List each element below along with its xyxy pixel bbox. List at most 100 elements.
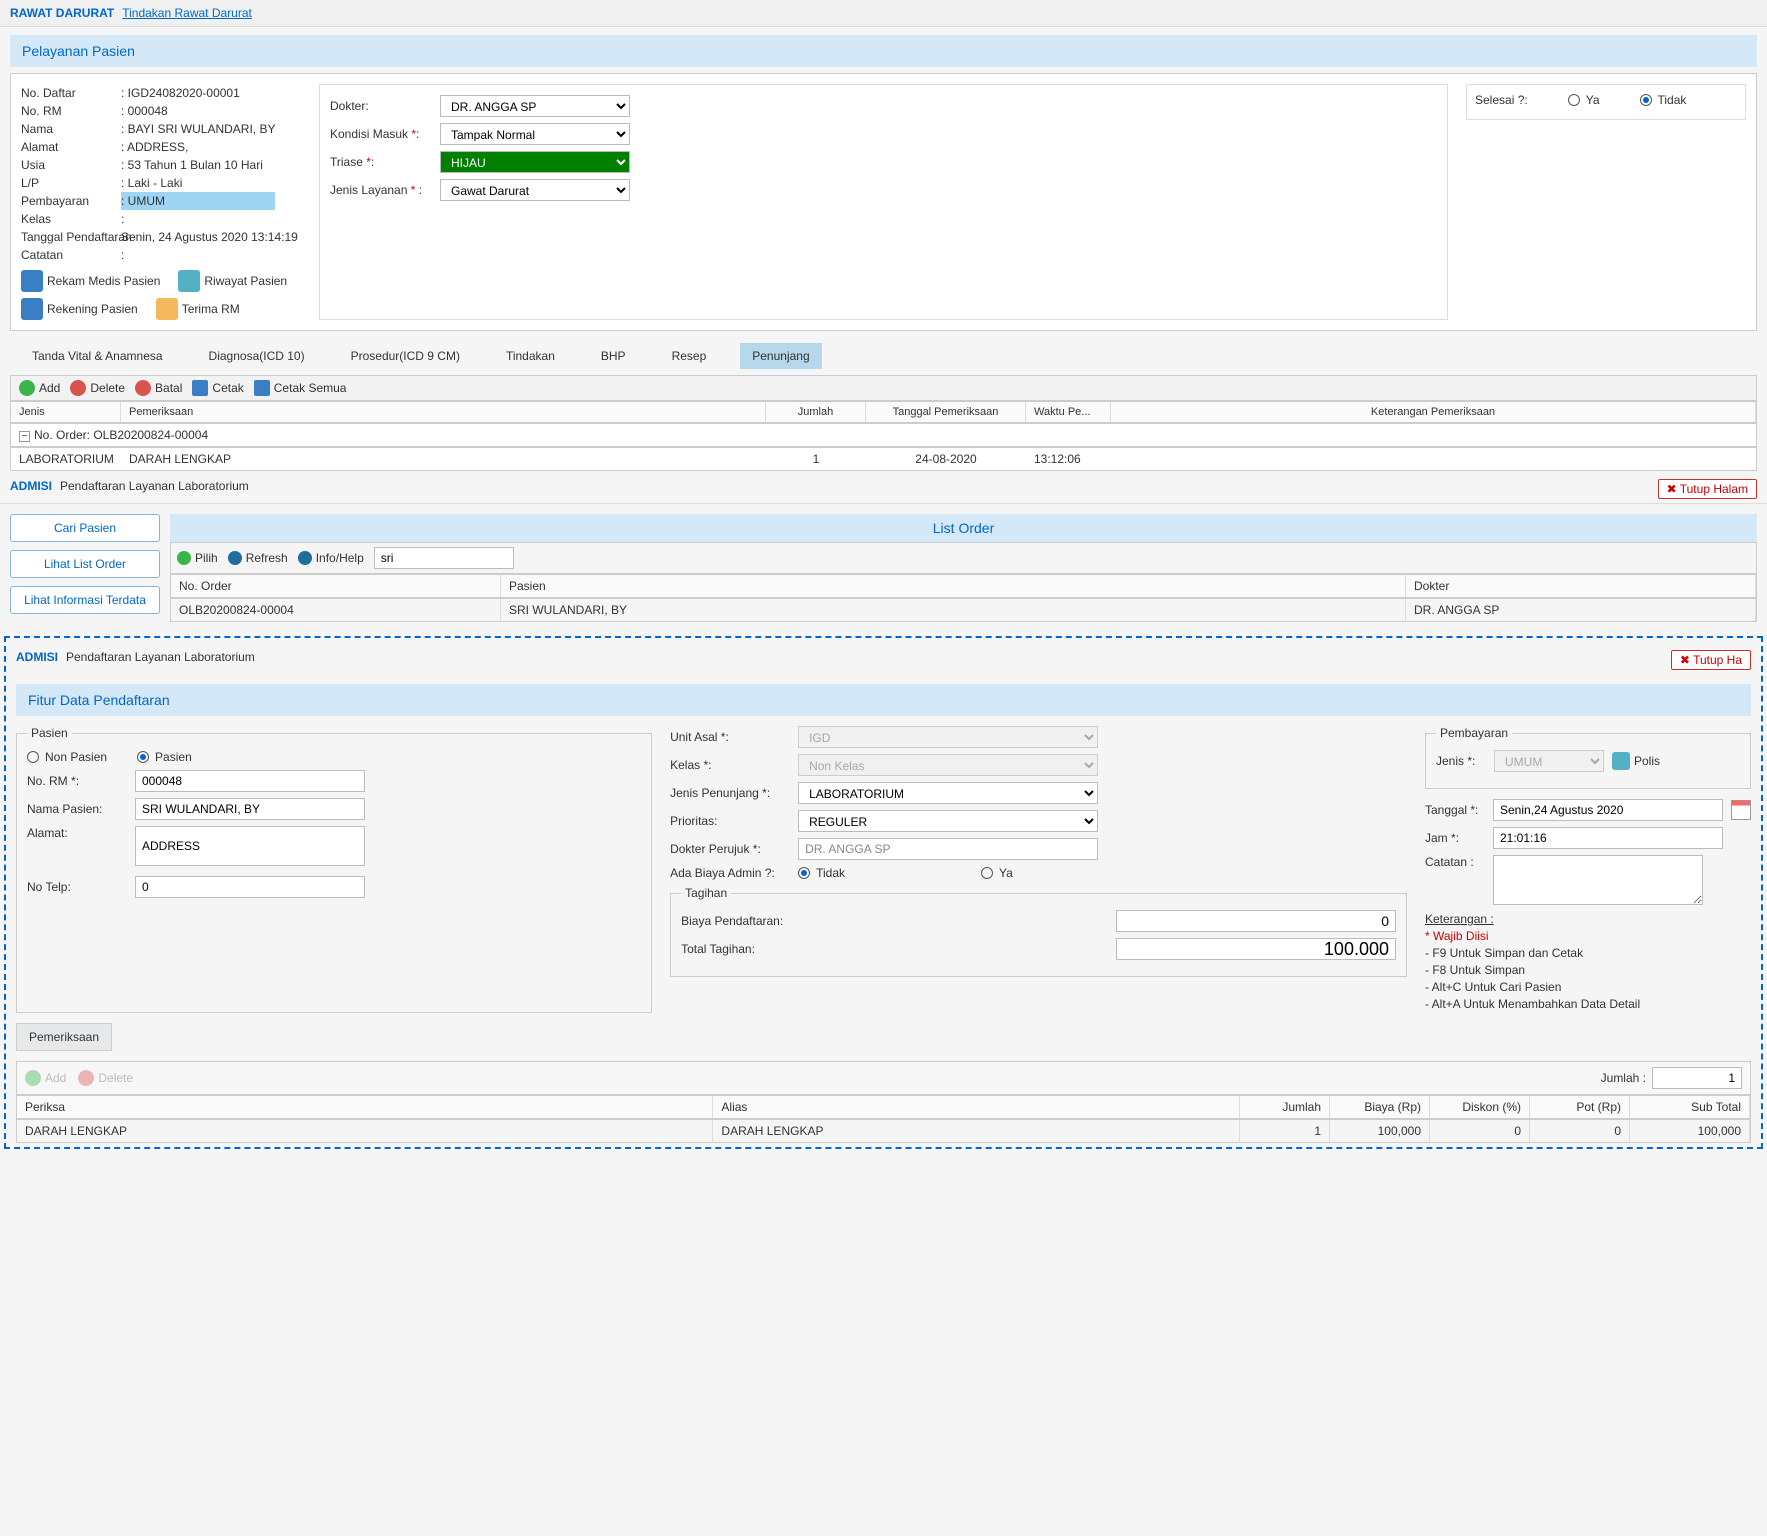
selesai-label: Selesai ?: [1475,93,1528,107]
close-button-2[interactable]: ✖ Tutup Ha [1671,650,1751,670]
collapse-icon[interactable]: − [19,431,30,442]
unit-select[interactable]: IGD [798,726,1098,748]
patient-info: No. DaftarIGD24082020-00001 No. RM000048… [21,84,301,320]
cari-pasien-button[interactable]: Cari Pasien [10,514,160,542]
pem-del-button: Delete [78,1070,133,1086]
biaya-p-input[interactable] [1116,910,1396,932]
col-jenis[interactable]: Jenis [11,402,121,422]
dokter-select[interactable]: DR. ANGGA SP [440,95,630,117]
norm-input[interactable] [135,770,365,792]
jam-input[interactable] [1493,827,1723,849]
tab-vital[interactable]: Tanda Vital & Anamnesa [20,343,175,369]
breadcrumb: RAWAT DARURAT Tindakan Rawat Darurat [0,0,1767,27]
col-diskon[interactable]: Diskon (%) [1430,1096,1530,1118]
pembayaran-col: Pembayaran Jenis *:UMUM Polis Tanggal *:… [1425,726,1751,1013]
jenis-layanan-label: Jenis Layanan * : [330,183,440,197]
col-dokter[interactable]: Dokter [1406,575,1756,597]
col-periksa[interactable]: Periksa [17,1096,713,1118]
biaya-tidak-radio[interactable]: Tidak [798,866,845,880]
tab-prosedur[interactable]: Prosedur(ICD 9 CM) [339,343,472,369]
kelas-select[interactable]: Non Kelas [798,754,1098,776]
col-pasien[interactable]: Pasien [501,575,1406,597]
rekening-link[interactable]: Rekening Pasien [21,298,138,320]
col-pot[interactable]: Pot (Rp) [1530,1096,1630,1118]
admisi-sidebar: Cari Pasien Lihat List Order Lihat Infor… [10,514,160,622]
cell-dokter: DR. ANGGA SP [1406,599,1756,621]
info-terdata-button[interactable]: Lihat Informasi Terdata [10,586,160,614]
col-pemeriksaan[interactable]: Pemeriksaan [121,402,766,422]
admisi-link[interactable]: Pendaftaran Layanan Laboratorium [60,479,249,499]
close-button[interactable]: ✖ Tutup Halam [1658,479,1757,499]
delete-button[interactable]: Delete [70,380,125,396]
biaya-ya-radio[interactable]: Ya [981,866,1013,880]
total-input[interactable] [1116,938,1396,960]
tab-resep[interactable]: Resep [660,343,719,369]
tab-bhp[interactable]: BHP [589,343,638,369]
order-group-row[interactable]: −No. Order: OLB20200824-00004 [10,423,1757,447]
tanggal-input[interactable] [1493,799,1723,821]
pilih-button[interactable]: Pilih [177,551,218,565]
admisi-section: ADMISI [10,479,52,499]
col-biaya[interactable]: Biaya (Rp) [1330,1096,1430,1118]
cetak-button[interactable]: Cetak [192,380,243,396]
prioritas-select[interactable]: REGULER [798,810,1098,832]
catatan-textarea[interactable] [1493,855,1703,905]
cell-diskon: 0 [1430,1120,1530,1142]
alamat-input[interactable] [135,826,365,866]
col-jumlah-2[interactable]: Jumlah [1240,1096,1330,1118]
calendar-icon[interactable] [1731,800,1751,820]
order-row[interactable]: OLB20200824-00004 SRI WULANDARI, BY DR. … [170,598,1757,622]
pembayaran-value: UMUM [121,192,275,210]
col-subtotal[interactable]: Sub Total [1630,1096,1750,1118]
add-button[interactable]: Add [19,380,60,396]
jumlah-input[interactable] [1652,1067,1742,1089]
breadcrumb-link[interactable]: Tindakan Rawat Darurat [122,6,252,20]
cetak-semua-button[interactable]: Cetak Semua [254,380,347,396]
col-keterangan[interactable]: Keterangan Pemeriksaan [1111,402,1756,422]
non-pasien-radio[interactable]: Non Pasien [27,750,107,764]
biayaadmin-label: Ada Biaya Admin ?: [670,866,790,880]
norm-label: No. RM *: [27,774,127,788]
pasien-radio[interactable]: Pasien [137,750,192,764]
tab-diagnosa[interactable]: Diagnosa(ICD 10) [197,343,317,369]
jenispen-select[interactable]: LABORATORIUM [798,782,1098,804]
selesai-ya-radio[interactable]: Ya [1568,93,1600,107]
clipboard-icon [21,270,43,292]
cell-jumlah: 1 [766,448,866,470]
selesai-tidak-radio[interactable]: Tidak [1640,93,1687,107]
tab-penunjang[interactable]: Penunjang [740,343,821,369]
terima-rm-link[interactable]: Terima RM [156,298,240,320]
penunjang-grid-header: Jenis Pemeriksaan Jumlah Tanggal Pemerik… [10,401,1757,423]
col-tanggal[interactable]: Tanggal Pemeriksaan [866,402,1026,422]
tab-tindakan[interactable]: Tindakan [494,343,567,369]
col-alias[interactable]: Alias [713,1096,1240,1118]
admisi-link-2[interactable]: Pendaftaran Layanan Laboratorium [66,650,255,670]
riwayat-link[interactable]: Riwayat Pasien [178,270,287,292]
namapas-input[interactable] [135,798,365,820]
search-input[interactable] [374,547,514,569]
pem-add-button: Add [25,1070,66,1086]
pemeriksaan-grid-header: Periksa Alias Jumlah Biaya (Rp) Diskon (… [16,1095,1751,1119]
polis-button[interactable]: Polis [1612,752,1660,770]
refresh-button[interactable]: Refresh [228,551,288,565]
batal-button[interactable]: Batal [135,380,182,396]
col-waktu[interactable]: Waktu Pe... [1026,402,1111,422]
jenis-layanan-select[interactable]: Gawat Darurat [440,179,630,201]
pemeriksaan-row[interactable]: DARAH LENGKAP DARAH LENGKAP 1 100,000 0 … [16,1119,1751,1143]
col-no-order[interactable]: No. Order [171,575,501,597]
rekam-medis-link[interactable]: Rekam Medis Pasien [21,270,160,292]
info-button[interactable]: Info/Help [298,551,364,565]
col-jumlah[interactable]: Jumlah [766,402,866,422]
list-order-button[interactable]: Lihat List Order [10,550,160,578]
triase-select[interactable]: HIJAU [440,151,630,173]
dokterper-input[interactable] [798,838,1098,860]
biaya-p-label: Biaya Pendaftaran: [681,914,783,928]
penunjang-toolbar: Add Delete Batal Cetak Cetak Semua [10,375,1757,401]
list-order-title: List Order [170,514,1757,542]
info-icon [298,551,312,565]
kondisi-select[interactable]: Tampak Normal [440,123,630,145]
pemeriksaan-tab[interactable]: Pemeriksaan [16,1023,112,1051]
penunjang-row[interactable]: LABORATORIUM DARAH LENGKAP 1 24-08-2020 … [10,447,1757,471]
notelp-input[interactable] [135,876,365,898]
jenis-bayar-select[interactable]: UMUM [1494,750,1604,772]
